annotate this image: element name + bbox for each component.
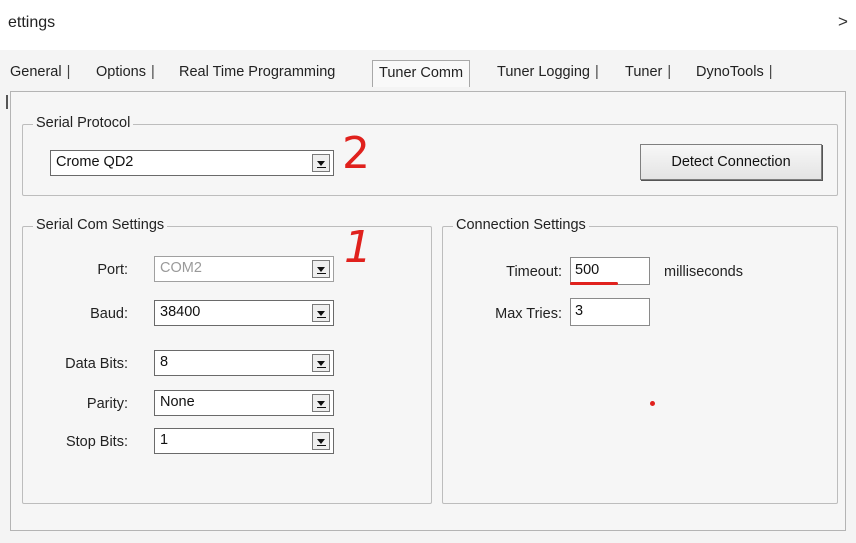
data-bits-select[interactable]: 8 [154, 350, 334, 376]
baud-select[interactable]: 38400 [154, 300, 334, 326]
serial-protocol-value: Crome QD2 [56, 154, 134, 170]
serial-com-settings-title: Serial Com Settings [33, 217, 168, 233]
connection-settings-title: Connection Settings [453, 217, 589, 233]
serial-protocol-select[interactable]: Crome QD2 [50, 150, 334, 176]
max-tries-value: 3 [575, 303, 584, 319]
tab-tuner-logging[interactable]: Tuner Logging [497, 64, 599, 80]
parity-select[interactable]: None [154, 390, 334, 416]
stop-bits-value: 1 [160, 432, 169, 448]
stop-bits-label: Stop Bits: [65, 434, 128, 450]
max-tries-field[interactable]: 3 [570, 298, 650, 326]
window-title: ettings [8, 14, 56, 31]
serial-protocol-title: Serial Protocol [33, 115, 134, 131]
data-bits-value: 8 [160, 354, 169, 370]
tab-real-time-programming[interactable]: Real Time Programming [179, 64, 335, 80]
chevron-down-icon [312, 260, 330, 278]
baud-value: 38400 [160, 304, 201, 320]
annotation-number-2: 2 [342, 128, 370, 179]
stop-bits-select[interactable]: 1 [154, 428, 334, 454]
data-bits-label: Data Bits: [65, 356, 128, 372]
timeout-field[interactable]: 500 [570, 257, 650, 285]
annotation-dot [650, 401, 655, 406]
timeout-value: 500 [575, 262, 600, 278]
tab-strip: General Options Real Time Programming Tu… [0, 58, 856, 92]
close-icon[interactable]: > [838, 12, 848, 32]
chevron-down-icon[interactable] [312, 432, 330, 450]
port-label: Port: [97, 262, 128, 278]
tab-dynotools[interactable]: DynoTools [696, 64, 772, 80]
title-bar: ettings > [0, 0, 856, 50]
parity-label: Parity: [86, 396, 128, 412]
chevron-down-icon[interactable] [312, 354, 330, 372]
baud-label: Baud: [90, 306, 128, 322]
parity-value: None [160, 394, 195, 410]
tab-tuner-comm[interactable]: Tuner Comm [372, 60, 471, 87]
detect-connection-button[interactable]: Detect Connection [640, 144, 822, 180]
tab-tuner[interactable]: Tuner [625, 64, 671, 80]
port-value: COM2 [160, 260, 202, 276]
tab-options[interactable]: Options [96, 64, 155, 80]
chevron-down-icon[interactable] [312, 304, 330, 322]
chevron-down-icon[interactable] [312, 154, 330, 172]
tab-general[interactable]: General [10, 64, 70, 80]
timeout-label: Timeout: [506, 264, 562, 280]
annotation-number-1: 1 [344, 222, 372, 273]
settings-window: ettings > General Options Real Time Prog… [0, 0, 856, 543]
timeout-unit-label: milliseconds [664, 264, 743, 280]
port-select: COM2 [154, 256, 334, 282]
tab-scroll-indicator [6, 95, 8, 109]
chevron-down-icon[interactable] [312, 394, 330, 412]
max-tries-label: Max Tries: [495, 306, 562, 322]
annotation-underline [570, 282, 618, 285]
